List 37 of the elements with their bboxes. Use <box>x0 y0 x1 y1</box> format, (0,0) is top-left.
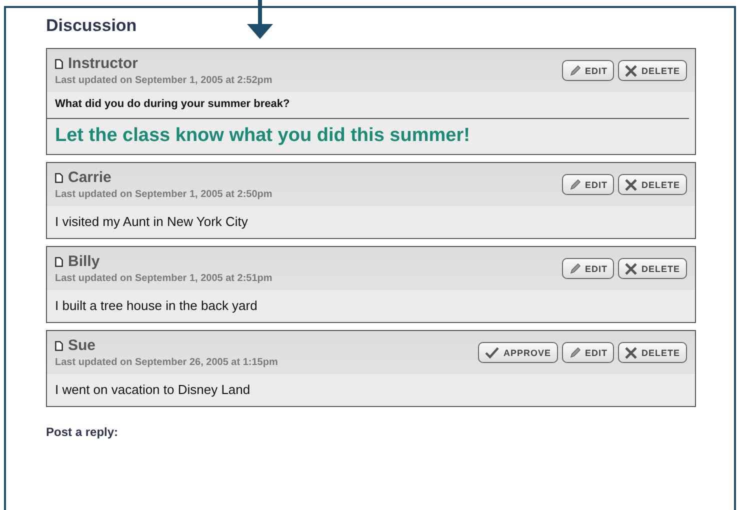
close-icon <box>625 178 638 190</box>
close-icon <box>625 262 638 274</box>
approve-button[interactable]: APPROVE <box>478 342 558 363</box>
edit-button[interactable]: EDIT <box>562 60 614 81</box>
post-timestamp: Last updated on September 26, 2005 at 1:15pm <box>55 357 278 368</box>
post-timestamp: Last updated on September 1, 2005 at 2:52pm <box>55 75 272 86</box>
document-icon <box>55 58 63 68</box>
post-prompt: Let the class know what you did this summer! <box>54 124 471 148</box>
post-body: I went on vacation to Disney Land <box>54 381 252 399</box>
close-icon <box>625 64 638 76</box>
post-question: What did you do during your summer break? <box>47 92 689 119</box>
edit-button[interactable]: EDIT <box>562 174 614 195</box>
post-timestamp: Last updated on September 1, 2005 at 2:51pm <box>55 273 272 284</box>
post-author: Instructor <box>68 55 138 72</box>
post-author: Sue <box>68 337 96 354</box>
close-icon <box>625 346 638 358</box>
post-body: I visited my Aunt in New York City <box>54 213 249 231</box>
post-body: I built a tree house in the back yard <box>54 297 258 315</box>
document-icon <box>55 340 63 350</box>
delete-button[interactable]: DELETE <box>618 60 687 81</box>
delete-button[interactable]: DELETE <box>618 342 687 363</box>
section-title: Discussion <box>46 16 138 36</box>
edit-button[interactable]: EDIT <box>562 342 614 363</box>
pencil-icon <box>568 262 581 274</box>
document-icon <box>55 172 63 182</box>
reply-label: Post a reply: <box>46 425 120 439</box>
pencil-icon <box>568 64 581 76</box>
post-author: Billy <box>68 253 100 270</box>
delete-button[interactable]: DELETE <box>618 258 687 279</box>
pencil-icon <box>568 178 581 190</box>
post-timestamp: Last updated on September 1, 2005 at 2:50pm <box>55 189 272 200</box>
post-author: Carrie <box>68 169 112 186</box>
document-icon <box>55 256 63 266</box>
edit-button[interactable]: EDIT <box>562 258 614 279</box>
delete-button[interactable]: DELETE <box>618 174 687 195</box>
checkmark-icon <box>485 346 500 358</box>
pencil-icon <box>568 346 581 358</box>
